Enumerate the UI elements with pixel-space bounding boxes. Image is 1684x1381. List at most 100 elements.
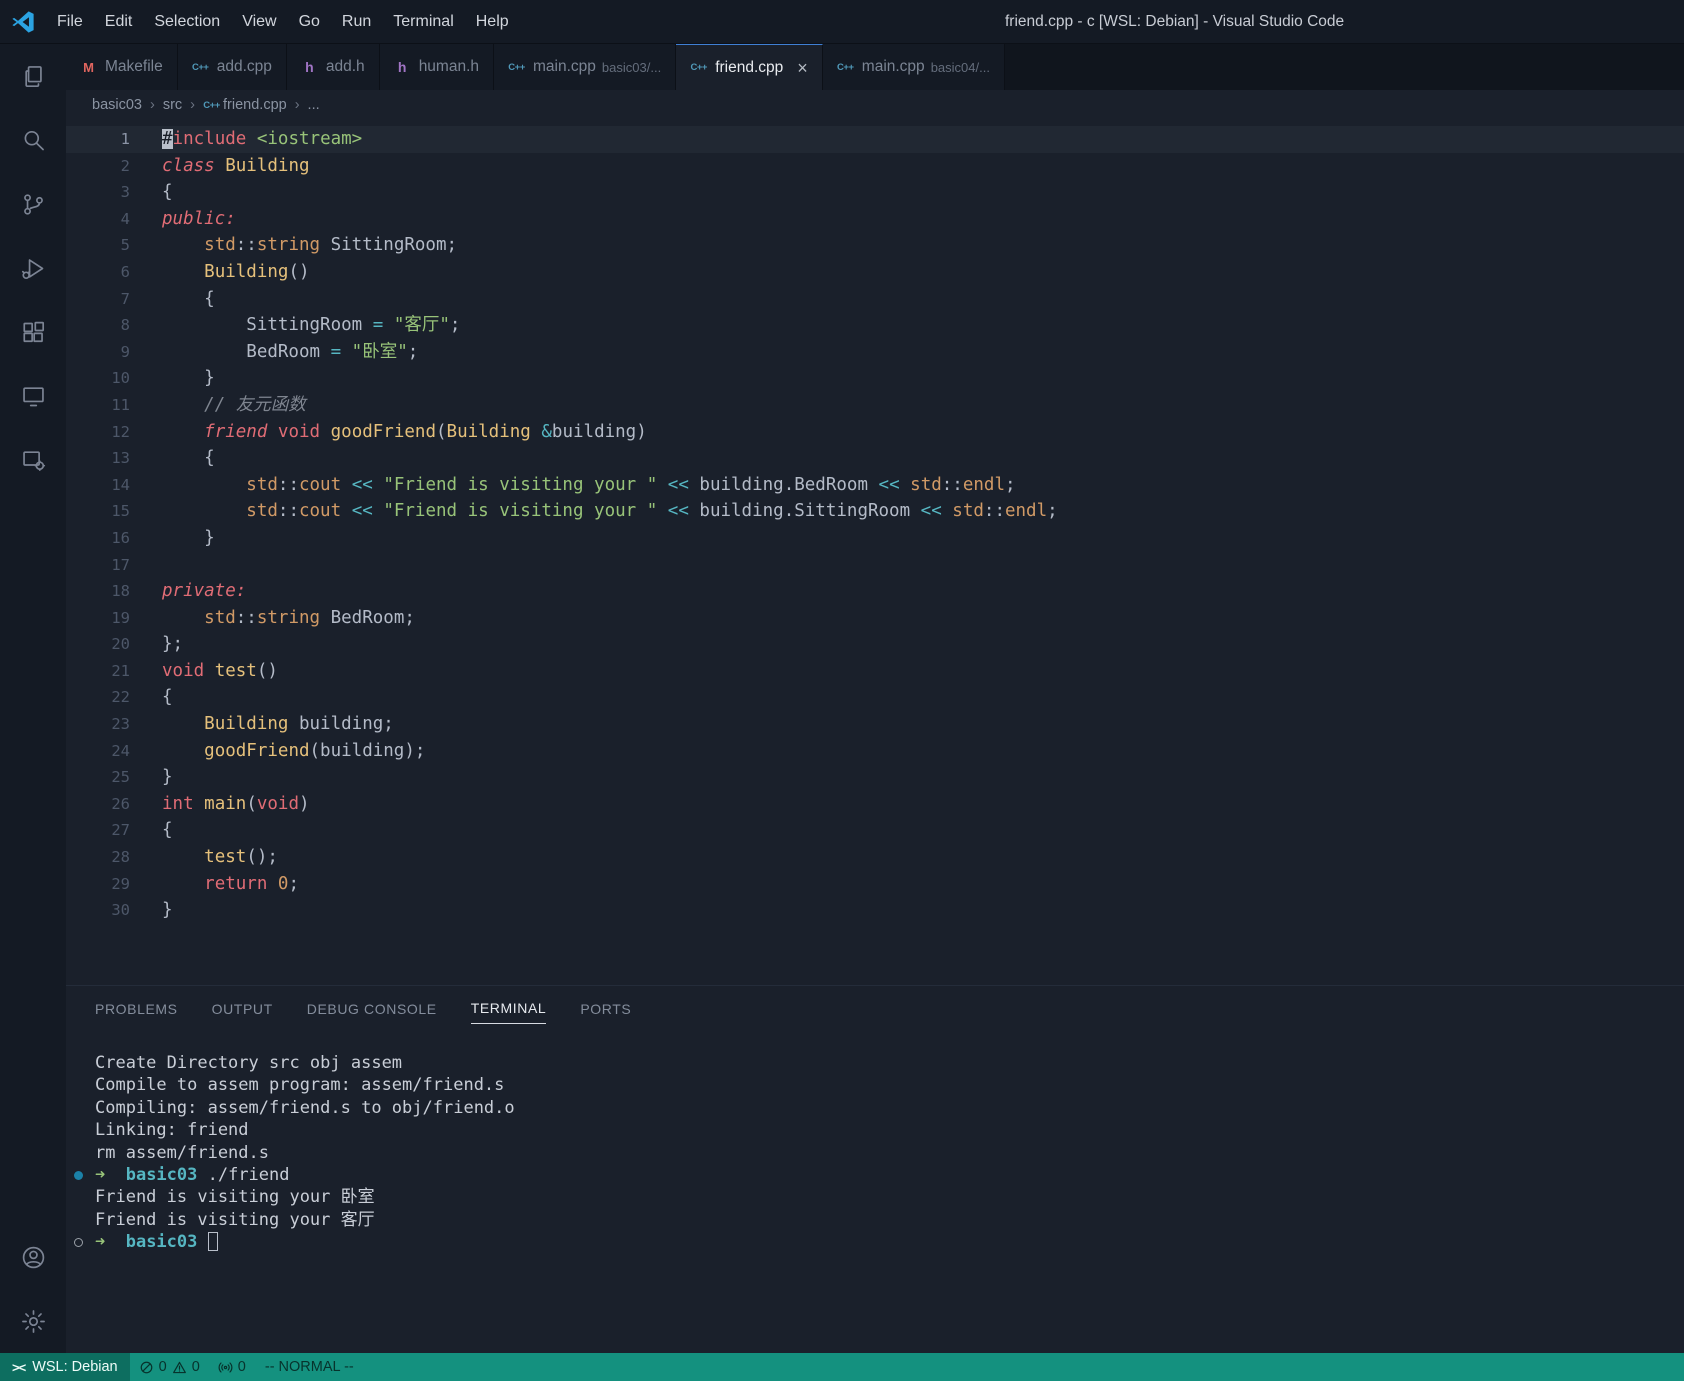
breadcrumb-item[interactable]: friend.cpp — [223, 97, 287, 113]
breadcrumb-separator-icon: › — [190, 97, 196, 113]
code-line[interactable]: 30} — [66, 897, 1684, 924]
line-number: 2 — [120, 156, 130, 175]
menu-go[interactable]: Go — [288, 0, 331, 44]
remote-explorer-icon[interactable] — [0, 364, 66, 428]
problems-status[interactable]: 0 0 — [130, 1353, 209, 1381]
menu-terminal[interactable]: Terminal — [382, 0, 464, 44]
line-number: 29 — [111, 874, 130, 893]
code-line[interactable]: 11 // 友元函数 — [66, 392, 1684, 419]
panel-tab-bar: PROBLEMS OUTPUT DEBUG CONSOLE TERMINAL PORTS — [66, 986, 1684, 1032]
remote-targets-icon[interactable] — [0, 428, 66, 492]
status-bar: >< WSL: Debian 0 0 0 -- NORMAL -- — [0, 1353, 1684, 1381]
run-debug-icon[interactable] — [0, 236, 66, 300]
code-line[interactable]: 12 friend void goodFriend(Building &buil… — [66, 419, 1684, 446]
menu-help[interactable]: Help — [465, 0, 520, 44]
tab-label: friend.cpp — [715, 58, 784, 76]
code-line[interactable]: 2 class Building — [66, 153, 1684, 180]
command-prompt-decoration-icon[interactable] — [74, 1238, 83, 1248]
line-number: 22 — [111, 688, 130, 707]
code-line[interactable]: 3{ — [66, 179, 1684, 206]
account-icon[interactable] — [0, 1225, 66, 1289]
code-line[interactable]: 22 { — [66, 684, 1684, 711]
close-tab-icon[interactable]: × — [797, 59, 808, 77]
warning-icon — [172, 1361, 186, 1373]
code-line[interactable]: 18 private: — [66, 578, 1684, 605]
menu-view[interactable]: View — [231, 0, 287, 44]
code-line[interactable]: 6 Building() — [66, 259, 1684, 286]
code-line[interactable]: 29 return 0; — [66, 871, 1684, 898]
tab-main.cpp[interactable]: C++ main.cpp basic03/... — [494, 44, 677, 90]
breadcrumb-item[interactable]: src — [163, 97, 182, 113]
code-line[interactable]: 9 BedRoom = "卧室"; — [66, 339, 1684, 366]
code-line[interactable]: 17 — [66, 552, 1684, 579]
code-line[interactable]: 15 std::cout << "Friend is visiting your… — [66, 498, 1684, 525]
vscode-logo-icon — [0, 9, 46, 35]
remote-indicator[interactable]: >< WSL: Debian — [0, 1353, 130, 1381]
code-editor[interactable]: 1 #include <iostream> 2 class Building 3{4 pu… — [66, 120, 1684, 985]
code-line[interactable]: 8 SittingRoom = "客厅"; — [66, 312, 1684, 339]
line-number: 14 — [111, 475, 130, 494]
command-success-decoration-icon[interactable] — [74, 1171, 83, 1181]
panel-tab-output[interactable]: OUTPUT — [212, 995, 273, 1024]
code-line[interactable]: 28 test(); — [66, 844, 1684, 871]
code-line[interactable]: 19 std::string BedRoom; — [66, 605, 1684, 632]
code-line[interactable]: 4 public: — [66, 206, 1684, 233]
search-icon[interactable] — [0, 108, 66, 172]
line-content: test(); — [204, 847, 278, 868]
breadcrumb-item[interactable]: basic03 — [92, 97, 142, 113]
terminal-line: rm assem/friend.s — [95, 1142, 269, 1163]
line-content: BedRoom = "卧室"; — [162, 341, 419, 362]
terminal[interactable]: Create Directory src obj assem Compile to… — [66, 1032, 1684, 1353]
source-control-icon[interactable] — [0, 172, 66, 236]
code-line[interactable]: 26 int main(void) — [66, 791, 1684, 818]
header-file-icon: h — [397, 59, 407, 75]
panel-tab-problems[interactable]: PROBLEMS — [95, 995, 178, 1024]
line-content: #include <iostream> — [162, 129, 363, 149]
code-line[interactable]: 16 } — [66, 525, 1684, 552]
tab-human.h[interactable]: h human.h — [379, 44, 495, 90]
panel-tab-ports[interactable]: PORTS — [580, 995, 631, 1024]
line-number: 8 — [120, 316, 130, 335]
vim-mode-indicator[interactable]: -- NORMAL -- — [255, 1359, 364, 1375]
extensions-icon[interactable] — [0, 300, 66, 364]
code-line[interactable]: 10 } — [66, 365, 1684, 392]
tab-Makefile[interactable]: M Makefile — [66, 44, 178, 90]
code-line[interactable]: 7 { — [66, 286, 1684, 313]
settings-gear-icon[interactable] — [0, 1289, 66, 1353]
tab-friend.cpp[interactable]: C++ friend.cpp × — [676, 44, 823, 90]
terminal-line: ➜ basic03 — [74, 1231, 1684, 1253]
line-content: public: — [162, 208, 236, 229]
code-line[interactable]: 24 goodFriend(building); — [66, 738, 1684, 765]
code-line[interactable]: 21 void test() — [66, 658, 1684, 685]
tab-add.cpp[interactable]: C++ add.cpp — [177, 44, 287, 90]
tab-add.h[interactable]: h add.h — [286, 44, 380, 90]
line-number: 30 — [111, 901, 130, 920]
tab-label: main.cpp — [533, 58, 596, 75]
line-number: 9 — [120, 342, 130, 361]
code-line[interactable]: 20}; — [66, 631, 1684, 658]
menu-selection[interactable]: Selection — [143, 0, 231, 44]
line-content: std::string SittingRoom; — [204, 235, 458, 256]
code-line[interactable]: 25} — [66, 764, 1684, 791]
code-line[interactable]: 1 #include <iostream> — [66, 126, 1684, 153]
line-number: 10 — [111, 369, 130, 388]
line-number: 12 — [111, 422, 130, 441]
code-line[interactable]: 23 Building building; — [66, 711, 1684, 738]
panel-tab-debug-console[interactable]: DEBUG CONSOLE — [307, 995, 437, 1024]
line-content: // 友元函数 — [204, 394, 306, 415]
menu-file[interactable]: File — [46, 0, 94, 44]
tab-main.cpp[interactable]: C++ main.cpp basic04/... — [822, 44, 1005, 90]
menu-edit[interactable]: Edit — [94, 0, 144, 44]
panel-tab-terminal[interactable]: TERMINAL — [470, 994, 547, 1024]
menu-run[interactable]: Run — [331, 0, 382, 44]
code-line[interactable]: 13 { — [66, 445, 1684, 472]
code-line[interactable]: 14 std::cout << "Friend is visiting your… — [66, 472, 1684, 499]
breadcrumb-separator-icon: › — [149, 97, 155, 113]
code-line[interactable]: 5 std::string SittingRoom; — [66, 232, 1684, 259]
breadcrumb-item[interactable]: ... — [308, 97, 320, 113]
line-number: 11 — [111, 395, 130, 414]
code-line[interactable]: 27 { — [66, 817, 1684, 844]
explorer-icon[interactable] — [0, 44, 66, 108]
line-content: { — [162, 182, 173, 203]
ports-status[interactable]: 0 — [209, 1353, 255, 1381]
